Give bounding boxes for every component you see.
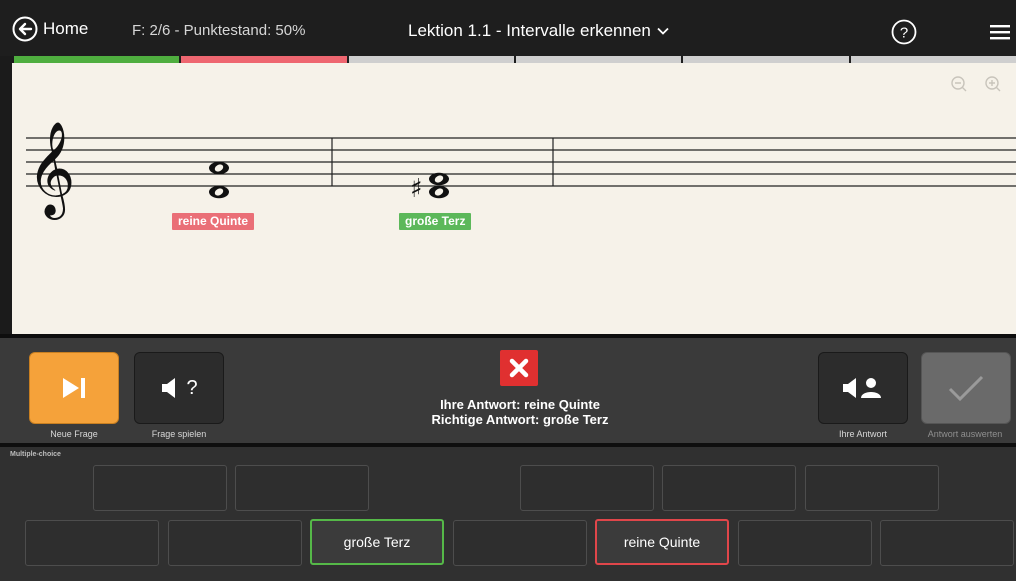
progress-segment [14,56,180,63]
chevron-down-icon [657,27,669,35]
new-question-label: Neue Frage [50,429,98,439]
choice-option[interactable] [520,465,654,511]
sharp-accidental: ♯ [410,174,423,204]
your-answer-label: Ihre Antwort [838,429,888,439]
close-icon [509,358,529,378]
speaker-icon [162,378,176,398]
note-chord-2: ♯ [410,172,449,204]
interval-tag-wrong: reine Quinte [172,213,255,230]
home-label: Home [43,19,89,38]
home-button[interactable]: Home [12,16,88,42]
checkmark-icon [948,375,984,402]
evaluate-answer-button[interactable] [921,352,1011,424]
interval-tag-correct: große Terz [399,213,472,230]
play-question-button[interactable]: ? [134,352,224,424]
progress-segment [181,56,347,63]
svg-text:?: ? [900,25,908,42]
new-question-button[interactable] [29,352,119,424]
multiple-choice-title: Multiple-choice [10,451,61,458]
progress-segment [515,56,682,63]
treble-clef-icon: 𝄞 [27,121,75,220]
wrong-result-icon [500,350,538,386]
progress-segment [683,56,849,63]
back-arrow-icon [12,16,38,42]
choice-option[interactable] [25,520,159,566]
choice-option[interactable] [805,465,939,511]
choice-option[interactable] [880,520,1014,566]
play-question-label: Frage spielen [151,429,207,439]
top-bar: Home F: 2/6 - Punktestand: 50% Lektion 1… [0,0,1016,56]
choice-option-correct[interactable]: große Terz [310,519,444,565]
music-staff: 𝄞 ♯ [26,121,1016,220]
score-area: 𝄞 ♯ reine Quinte große Terz [12,63,1016,334]
your-answer-button[interactable] [818,352,908,424]
choice-option-selected-wrong[interactable]: reine Quinte [595,519,729,565]
question-progress-bar [14,56,1016,63]
lesson-selector[interactable]: Lektion 1.1 - Intervalle erkennen [408,21,669,41]
progress-segment [850,56,1016,63]
question-mark-symbol: ? [186,376,198,399]
progress-segment [348,56,514,63]
help-icon[interactable]: ? [891,19,917,45]
answer-feedback: Ihre Antwort: reine Quinte Richtige Antw… [380,397,660,427]
your-answer-text: Ihre Antwort: reine Quinte [440,397,600,412]
choice-option[interactable] [662,465,796,511]
choice-option[interactable] [235,465,369,511]
svg-text:𝄞: 𝄞 [27,121,75,220]
choice-option[interactable] [453,520,587,566]
evaluate-answer-label: Antwort auswerten [927,429,1003,439]
multiple-choice-panel: Multiple-choice große Terz reine Quinte [0,447,1016,581]
control-panel: Neue Frage ? Frage spielen Ihre Antwort:… [0,338,1016,443]
choice-option[interactable] [168,520,302,566]
note-chord-1 [209,161,229,199]
choice-option[interactable] [93,465,227,511]
speaker-person-icon [843,378,881,398]
lesson-title: Lektion 1.1 - Intervalle erkennen [408,21,651,40]
choice-option[interactable] [738,520,872,566]
skip-next-icon [63,378,85,398]
hamburger-menu-icon[interactable] [990,24,1010,40]
score-status: F: 2/6 - Punktestand: 50% [132,22,306,39]
correct-answer-text: Richtige Antwort: große Terz [431,412,609,427]
